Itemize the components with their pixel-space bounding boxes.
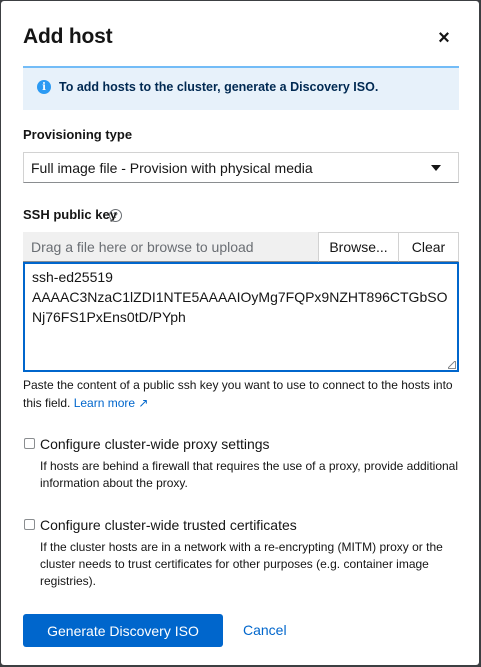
resize-handle[interactable] <box>448 361 456 369</box>
certs-description: If the cluster hosts are in a network wi… <box>40 540 443 588</box>
proxy-checkbox[interactable] <box>24 438 35 449</box>
file-upload-placeholder: Drag a file here or browse to upload <box>31 239 254 255</box>
ssh-helper-text: Paste the content of a public ssh key yo… <box>23 376 463 412</box>
generate-iso-button[interactable]: Generate Discovery ISO <box>23 614 223 647</box>
provisioning-type-label: Provisioning type <box>23 127 133 142</box>
learn-more-link[interactable]: Learn more <box>74 396 135 410</box>
proxy-description: If hosts are behind a firewall that requ… <box>40 459 459 490</box>
ssh-key-line: Nj76FS1PxEns0tD/PYph <box>32 309 186 325</box>
ssh-key-textarea[interactable]: ssh-ed25519 AAAAC3NzaC1lZDI1NTE5AAAAIOyM… <box>23 262 459 372</box>
ssh-key-line: ssh-ed25519 <box>32 269 113 285</box>
add-host-modal: Add host × i To add hosts to the cluster… <box>1 1 479 665</box>
ssh-key-line: AAAAC3NzaC1lZDI1NTE5AAAAIOyMg7FQPx9NZHT8… <box>32 289 448 305</box>
browse-button[interactable]: Browse... <box>318 232 399 262</box>
modal-title: Add host <box>23 25 113 48</box>
caret-down-icon <box>431 165 441 171</box>
info-icon: i <box>37 80 51 94</box>
alert-text: To add hosts to the cluster, generate a … <box>59 80 379 94</box>
external-link-icon[interactable]: ↗ <box>138 394 148 412</box>
file-upload-input[interactable]: Drag a file here or browse to upload <box>23 232 318 262</box>
ssh-key-label: SSH public key <box>23 207 117 222</box>
proxy-checkbox-label[interactable]: Configure cluster-wide proxy settings <box>40 436 270 452</box>
certs-checkbox-label[interactable]: Configure cluster-wide trusted certifica… <box>40 517 297 533</box>
info-alert: i To add hosts to the cluster, generate … <box>23 66 459 110</box>
help-icon[interactable]: ? <box>109 209 122 222</box>
provisioning-type-select[interactable]: Full image file - Provision with physica… <box>23 152 459 183</box>
clear-button[interactable]: Clear <box>398 232 459 262</box>
file-upload: Drag a file here or browse to upload Bro… <box>23 232 459 262</box>
close-icon[interactable]: × <box>433 27 455 49</box>
cancel-button[interactable]: Cancel <box>243 622 287 638</box>
certs-checkbox[interactable] <box>24 519 35 530</box>
provisioning-type-value: Full image file - Provision with physica… <box>31 160 313 176</box>
